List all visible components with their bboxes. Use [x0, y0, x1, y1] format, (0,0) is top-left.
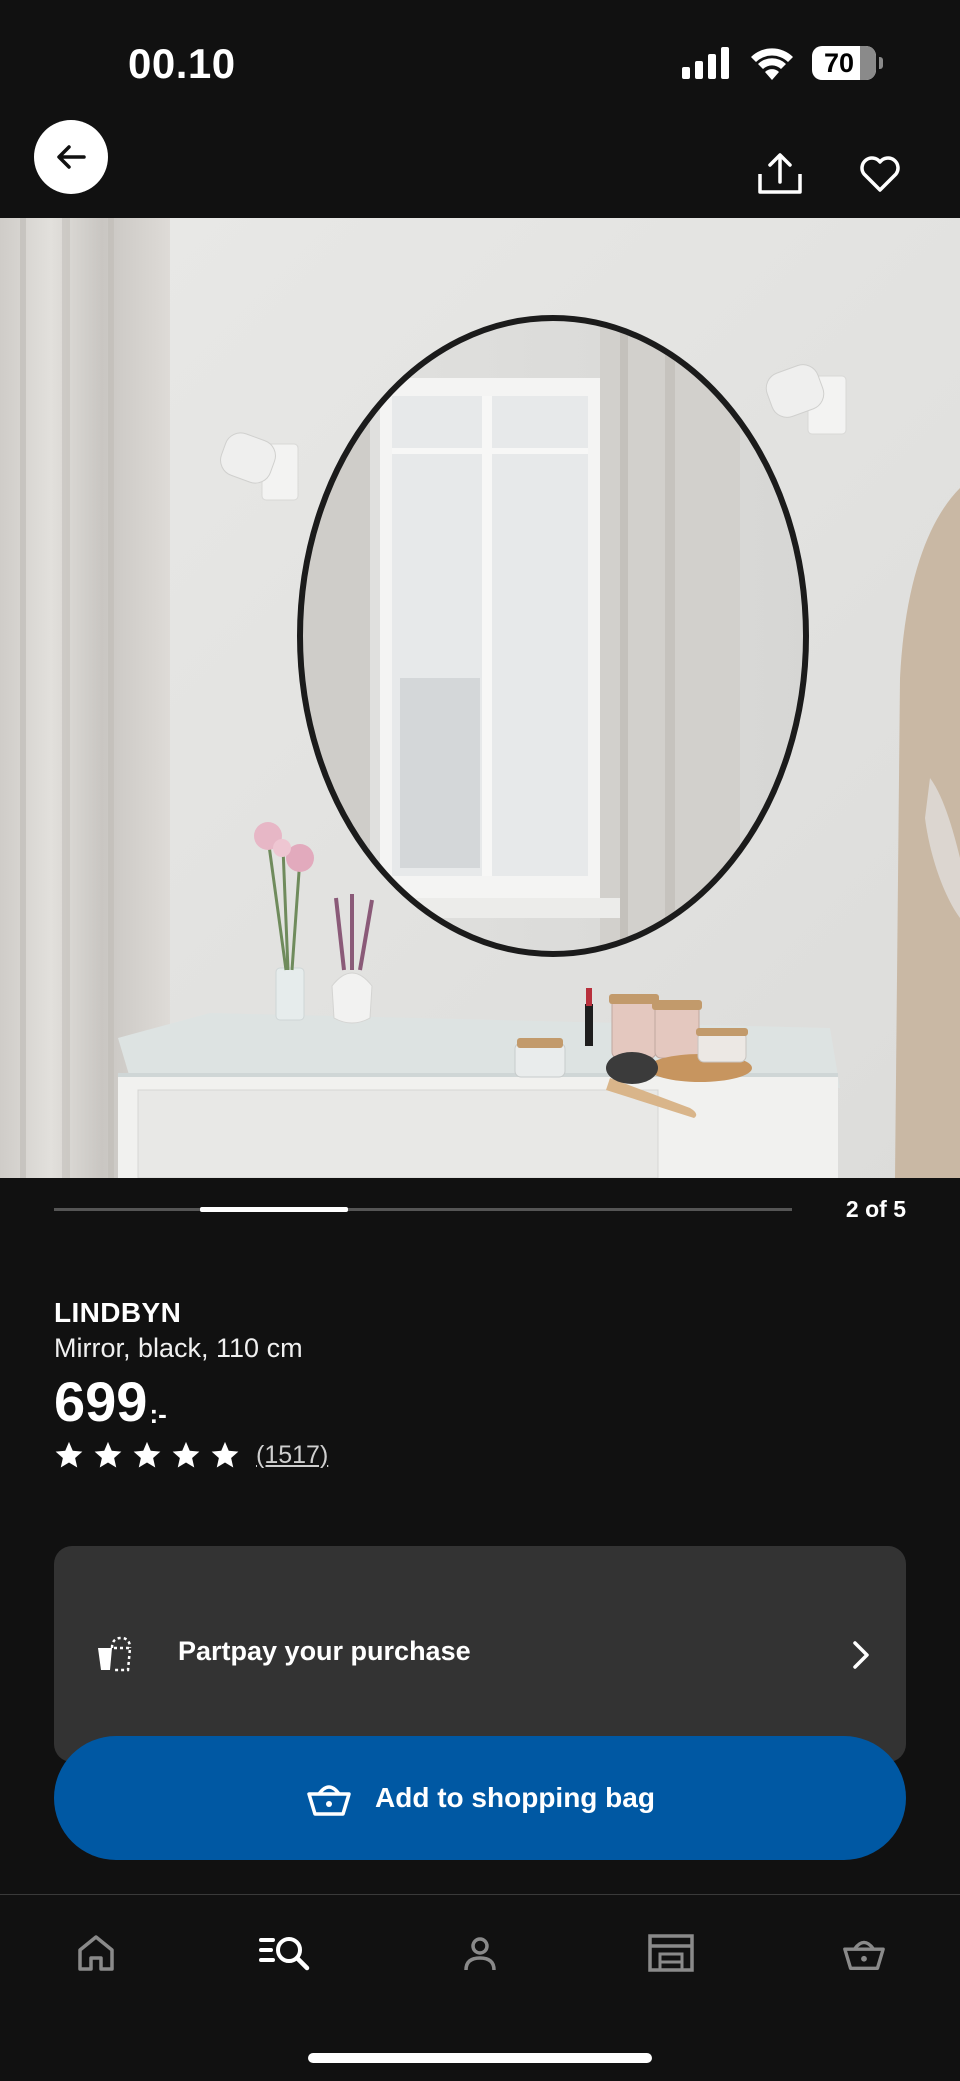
partpay-card[interactable]: Partpay your purchase: [54, 1546, 906, 1762]
star-icon: [172, 1441, 200, 1468]
product-description: Mirror, black, 110 cm: [54, 1333, 303, 1363]
rating[interactable]: (1517): [54, 1440, 906, 1470]
add-to-bag-label: Add to shopping bag: [375, 1782, 655, 1813]
product-photo: [0, 218, 960, 1178]
rating-stars: [54, 1440, 240, 1470]
back-button[interactable]: [34, 120, 108, 194]
cellular-signal-icon: [682, 47, 729, 79]
home-icon: [78, 1935, 114, 1971]
search-list-icon: [259, 1937, 310, 1971]
product-image[interactable]: [0, 218, 960, 1178]
tab-bag[interactable]: [834, 1925, 894, 1981]
share-button[interactable]: [752, 146, 808, 202]
price-value: 699: [54, 1370, 148, 1433]
partpay-icon: [98, 1636, 132, 1672]
tab-home[interactable]: [66, 1925, 126, 1981]
tab-profile[interactable]: [450, 1925, 510, 1981]
shopping-basket-icon: [307, 1785, 351, 1816]
heart-icon: [860, 156, 900, 192]
price-suffix: :-: [149, 1399, 167, 1429]
tab-search[interactable]: [256, 1925, 316, 1981]
share-icon: [758, 153, 802, 194]
tab-store[interactable]: [641, 1925, 701, 1981]
battery-level: 70: [823, 47, 855, 78]
store-icon: [648, 1934, 694, 1972]
star-icon: [94, 1441, 122, 1468]
favourite-button[interactable]: [852, 146, 908, 202]
product-name: LINDBYN: [54, 1297, 182, 1328]
tab-bar: [0, 1894, 960, 2081]
status-time: 00.10: [128, 40, 236, 87]
partpay-label: Partpay your purchase: [178, 1636, 471, 1666]
star-icon: [55, 1441, 83, 1468]
star-icon: [211, 1441, 239, 1468]
product-info: LINDBYN Mirror, black, 110 cm 699 :- (15…: [54, 1296, 906, 1470]
carousel-thumb: [200, 1207, 348, 1212]
wifi-icon: [751, 48, 793, 80]
chevron-right-icon: [853, 1641, 869, 1669]
top-bar: [0, 110, 960, 218]
status-icons: 70: [682, 46, 883, 80]
add-to-bag-button[interactable]: Add to shopping bag: [54, 1736, 906, 1860]
carousel-track: [54, 1208, 792, 1211]
image-carousel-indicator: 2 of 5: [54, 1196, 906, 1226]
basket-icon: [843, 1940, 885, 1971]
product-price: 699 :-: [54, 1372, 906, 1432]
person-icon: [464, 1937, 496, 1971]
battery-icon: 70: [812, 46, 883, 80]
carousel-counter: 2 of 5: [845, 1196, 906, 1222]
home-indicator[interactable]: [308, 2053, 652, 2063]
review-count-link[interactable]: (1517): [256, 1441, 328, 1470]
star-icon: [133, 1441, 161, 1468]
arrow-left-icon: [57, 145, 86, 169]
